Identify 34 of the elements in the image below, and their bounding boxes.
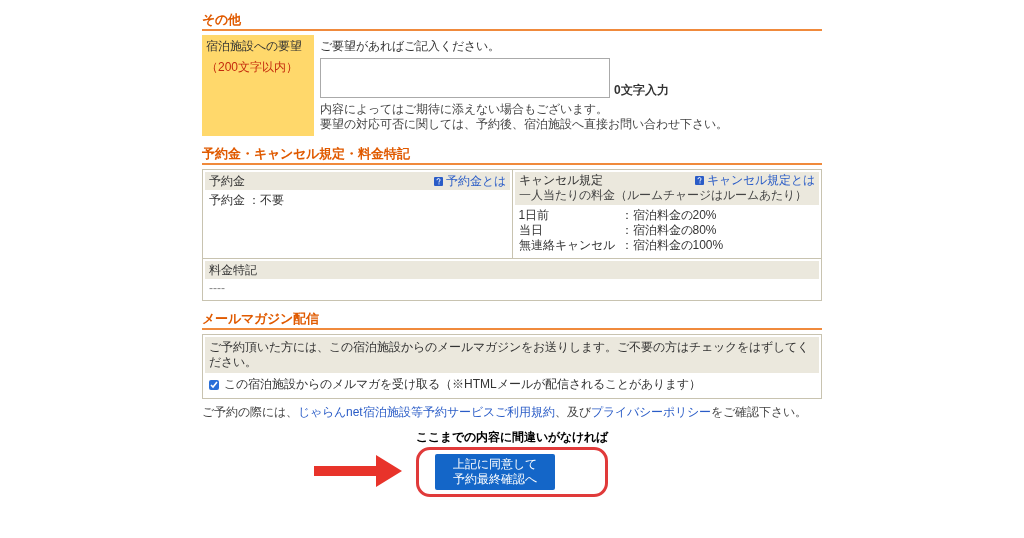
arrow-icon — [312, 453, 404, 489]
note-text: 内容によってはご期待に添えない場合もございます。 — [320, 102, 609, 117]
table-cell-text: 当日 — [518, 223, 544, 238]
header-text: 予約金 — [209, 173, 245, 189]
table-cell-text: ：宿泊料金の80% — [620, 223, 718, 238]
table-cell-text: ：宿泊料金の100% — [620, 238, 725, 253]
help-icon — [695, 175, 704, 185]
subtitle-text: 一人当たりの料金（ルームチャージはルームあたり） — [518, 188, 808, 203]
header-text: キャンセル規定 — [518, 172, 603, 188]
section-heading: メールマガジン配信 — [202, 311, 319, 326]
caption-text: ここまでの内容に間違いがなければ — [416, 430, 608, 445]
help-link[interactable]: キャンセル規定とは — [695, 172, 815, 188]
prompt-text: ご要望があればご記入ください。 — [320, 39, 501, 54]
field-label: 宿泊施設への要望 — [206, 39, 303, 54]
limit-text: （200文字以内） — [206, 60, 300, 75]
checkbox[interactable] — [209, 379, 219, 390]
privacy-link[interactable]: プライバシーポリシー — [590, 405, 711, 419]
deposit-text: 予約金 ：不要 — [208, 192, 286, 209]
terms-text: ご予約の際には、じゃらんnet宿泊施設等予約サービスご利用規約、及びプライバシーポリシーをご確認下さい。 — [202, 405, 808, 420]
note-text: 要望の対応可否に関しては、予約後、宿泊施設へ直接お問い合わせ下さい。 — [320, 117, 729, 132]
table-cell: 無連絡キャンセル — [518, 238, 615, 253]
message-text: ご予約頂いた方には、この宿泊施設からのメールマガジンをお送りします。ご不要の方はチェックをはずしてください。 — [209, 340, 809, 369]
remarks-text: ---- — [208, 280, 226, 297]
table-cell-text: ：宿泊料金の20% — [620, 208, 718, 223]
terms-link[interactable]: じゃらんnet宿泊施設等予約サービスご利用規約 — [298, 405, 555, 419]
confirm-button[interactable]: 上記に同意して 予約最終確認へ — [435, 454, 555, 490]
checkbox-label: この宿泊施設からのメルマガを受け取る（※HTMLメールが配信されることがあります） — [224, 377, 701, 392]
section-heading: 予約金・キャンセル規定・料金特記 — [202, 146, 410, 161]
section-heading: その他 — [202, 12, 241, 27]
header-text: 料金特記 — [209, 262, 257, 278]
help-icon — [433, 176, 443, 186]
table-cell-text: 1日前 — [518, 208, 551, 223]
help-link[interactable]: 予約金とは — [433, 173, 506, 189]
char-count: 0文字入力 — [614, 83, 669, 98]
